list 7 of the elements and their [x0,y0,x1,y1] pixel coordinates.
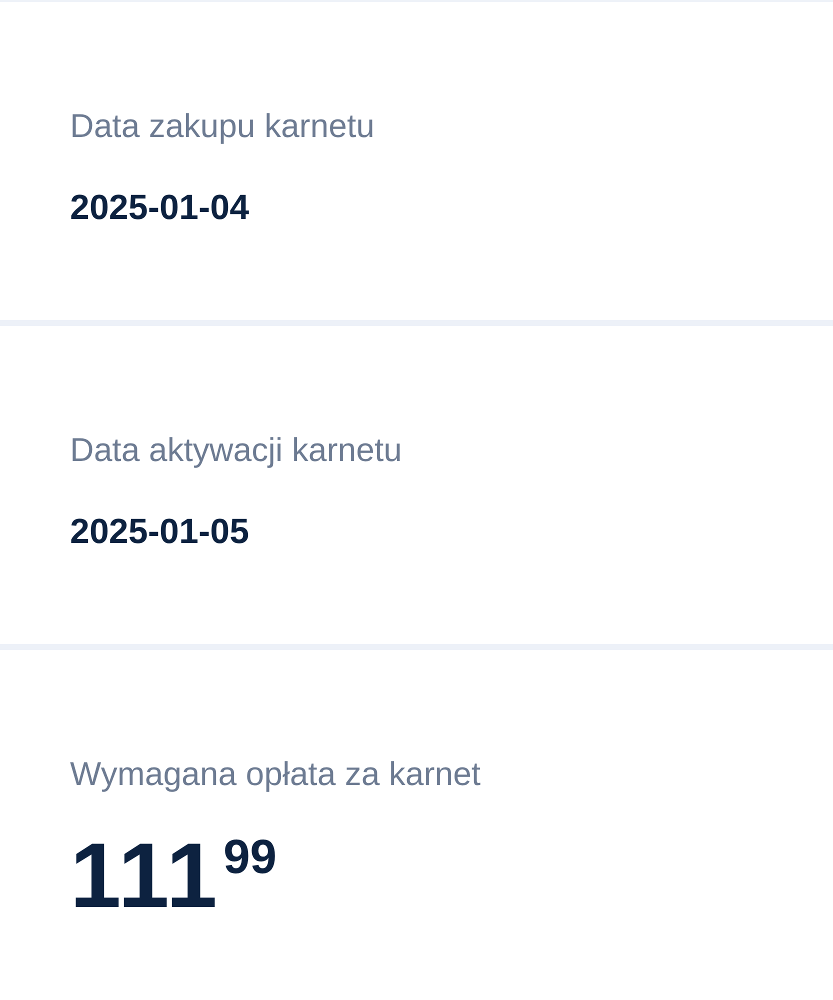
date-value: 2025-01-05 [70,512,250,552]
field-label: Data aktywacji karnetu [70,430,403,470]
price-amount: 111 [70,830,220,922]
field-label: Data zakupu karnetu [70,106,376,146]
field-label: Wymagana opłata za karnet [70,754,482,794]
price-fraction: 99 [223,830,277,886]
date-value: 2025-01-04 [70,188,250,228]
